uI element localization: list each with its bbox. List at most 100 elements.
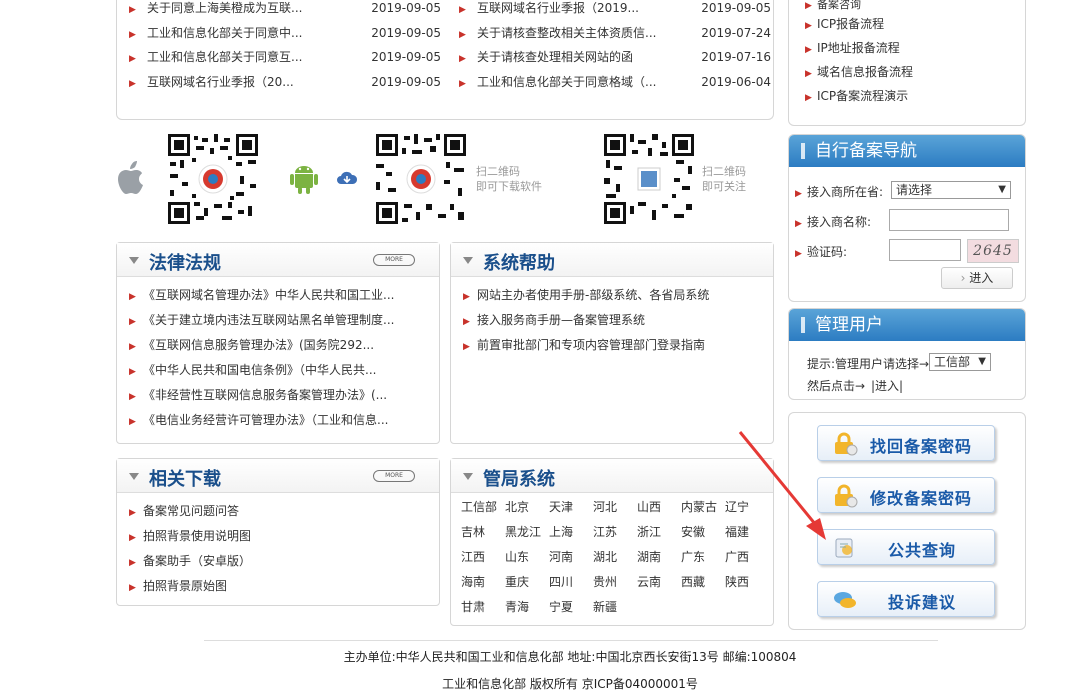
bureau-city-link[interactable]: 河南 [549,547,593,567]
captcha-image[interactable]: 2645 [967,239,1019,263]
side-link[interactable]: ▶ IP地址报备流程 [805,36,1025,60]
bureau-city-link[interactable]: 贵州 [593,572,637,592]
bureau-city-link[interactable]: 山东 [505,547,549,567]
news-title[interactable]: 互联网域名行业季报（2019... [477,1,639,15]
news-title[interactable]: 关于请核查处理相关网站的函 [477,50,633,64]
bureau-city-link[interactable]: 天津 [549,497,593,517]
bureau-city-link[interactable]: 福建 [725,522,769,542]
list-item-label[interactable]: 备案常见问题问答 [143,504,239,518]
list-item[interactable]: ▶ 拍照背景原始图 [129,574,439,599]
news-title[interactable]: 关于请核查整改相关主体资质信... [477,26,656,40]
news-item[interactable]: ▶ 工业和信息化部关于同意互... 2019-09-05 [129,45,449,70]
list-item-label[interactable]: 拍照背景原始图 [143,579,227,593]
side-link[interactable]: ▶ ICP备案流程演示 [805,84,1025,108]
more-button[interactable]: MORE [373,470,415,482]
news-item[interactable]: ▶ 关于请核查整改相关主体资质信... 2019-07-24 [459,21,779,46]
bureau-city-link[interactable]: 陕西 [725,572,769,592]
bureau-city-link[interactable]: 广东 [681,547,725,567]
list-item-label[interactable]: 网站主办者使用手册-部级系统、各省局系统 [477,288,709,302]
list-item[interactable]: ▶ 《互联网域名管理办法》中华人民共和国工业... [129,283,439,308]
side-link-label[interactable]: ICP报备流程 [817,17,884,31]
list-item[interactable]: ▶ 《电信业务经营许可管理办法》（工业和信息... [129,408,439,433]
news-item[interactable]: ▶ 工业和信息化部关于同意中... 2019-09-05 [129,21,449,46]
bureau-city-link[interactable]: 河北 [593,497,637,517]
news-item[interactable]: ▶ 互联网域名行业季报（20... 2019-09-05 [129,70,449,95]
bureau-city-link[interactable]: 海南 [461,572,505,592]
recover-password-button[interactable]: 找回备案密码 [817,425,995,461]
bureau-city-link[interactable]: 重庆 [505,572,549,592]
news-title[interactable]: 工业和信息化部关于同意中... [147,26,302,40]
list-item[interactable]: ▶ 拍照背景使用说明图 [129,524,439,549]
bureau-city-link[interactable]: 黑龙江 [505,522,549,542]
side-link-label[interactable]: 备案咨询 [817,0,861,11]
bureau-city-link[interactable]: 宁夏 [549,597,593,617]
complaint-button[interactable]: 投诉建议 [817,581,995,617]
list-item-label[interactable]: 《电信业务经营许可管理办法》（工业和信息... [143,413,388,427]
bureau-city-link[interactable]: 上海 [549,522,593,542]
bureau-city-link[interactable]: 江苏 [593,522,637,542]
list-item[interactable]: ▶ 备案助手（安卓版） [129,549,439,574]
bureau-city-link[interactable]: 湖北 [593,547,637,567]
bureau-city-link[interactable]: 湖南 [637,547,681,567]
bureau-city-link[interactable]: 工信部 [461,497,505,517]
bureau-city-link[interactable]: 青海 [505,597,549,617]
bureau-city-link[interactable]: 吉林 [461,522,505,542]
bureau-city-link[interactable]: 安徽 [681,522,725,542]
news-title[interactable]: 关于同意上海美橙成为互联... [147,1,302,15]
isp-province-select[interactable]: 请选择 ▼ [891,181,1011,199]
news-item[interactable]: ▶ 工业和信息化部关于同意格域（... 2019-06-04 [459,70,779,95]
news-title[interactable]: 工业和信息化部关于同意格域（... [477,75,656,89]
isp-name-input[interactable] [889,209,1009,231]
bureau-city-link[interactable]: 西藏 [681,572,725,592]
public-query-button[interactable]: 公共查询 [817,529,995,565]
list-item[interactable]: ▶ 《互联网信息服务管理办法》(国务院292... [129,333,439,358]
bureau-city-link[interactable]: 江西 [461,547,505,567]
apple-icon[interactable] [116,158,150,198]
list-item[interactable]: ▶ 《中华人民共和国电信条例》（中华人民共... [129,358,439,383]
list-item-label[interactable]: 《非经营性互联网信息服务备案管理办法》(... [143,388,387,402]
bureau-city-link[interactable]: 浙江 [637,522,681,542]
list-item[interactable]: ▶ 前置审批部门和专项内容管理部门登录指南 [463,333,773,358]
list-item-label[interactable]: 前置审批部门和专项内容管理部门登录指南 [477,338,705,352]
bureau-city-link[interactable]: 甘肃 [461,597,505,617]
news-title[interactable]: 工业和信息化部关于同意互... [147,50,302,64]
side-link-label[interactable]: 域名信息报备流程 [817,65,913,79]
captcha-input[interactable] [889,239,961,261]
side-link[interactable]: ▶ 备案咨询 [805,0,1025,12]
bureau-city-link[interactable]: 四川 [549,572,593,592]
admin-select[interactable]: 工信部 ▼ [929,353,991,371]
list-item-label[interactable]: 接入服务商手册—备案管理系统 [477,313,645,327]
list-item-label[interactable]: 《关于建立境内违法互联网站黑名单管理制度... [143,313,394,327]
change-password-button[interactable]: 修改备案密码 [817,477,995,513]
bureau-city-link[interactable]: 广西 [725,547,769,567]
bureau-city-link[interactable]: 山西 [637,497,681,517]
bureau-city-link[interactable]: 辽宁 [725,497,769,517]
bureau-city-link[interactable]: 内蒙古 [681,497,725,517]
news-title[interactable]: 互联网域名行业季报（20... [147,75,294,89]
bureau-city-link[interactable]: 北京 [505,497,549,517]
news-item[interactable]: ▶ 关于请核查处理相关网站的函 2019-07-16 [459,45,779,70]
admin-enter-link[interactable]: |进入| [871,377,903,394]
list-item[interactable]: ▶ 《关于建立境内违法互联网站黑名单管理制度... [129,308,439,333]
list-item[interactable]: ▶ 备案常见问题问答 [129,499,439,524]
list-item-label[interactable]: 备案助手（安卓版） [143,554,251,568]
cloud-download-icon[interactable] [336,170,358,186]
side-link[interactable]: ▶ ICP报备流程 [805,12,1025,36]
list-item[interactable]: ▶ 网站主办者使用手册-部级系统、各省局系统 [463,283,773,308]
side-link-label[interactable]: IP地址报备流程 [817,41,900,55]
list-item-label[interactable]: 《互联网域名管理办法》中华人民共和国工业... [143,288,394,302]
news-item[interactable]: ▶ 关于同意上海美橙成为互联... 2019-09-05 [129,0,449,21]
news-item[interactable]: ▶ 互联网域名行业季报（2019... 2019-09-05 [459,0,779,21]
side-link-label[interactable]: ICP备案流程演示 [817,89,908,103]
bureau-city-link[interactable]: 云南 [637,572,681,592]
bureau-city-link[interactable]: 新疆 [593,597,637,617]
android-icon[interactable] [286,160,322,196]
more-button[interactable]: MORE [373,254,415,266]
submit-button[interactable]: › 进入 [941,267,1013,289]
list-item-label[interactable]: 拍照背景使用说明图 [143,529,251,543]
list-item-label[interactable]: 《互联网信息服务管理办法》(国务院292... [143,338,374,352]
list-item-label[interactable]: 《中华人民共和国电信条例》（中华人民共... [143,363,376,377]
side-link[interactable]: ▶ 域名信息报备流程 [805,60,1025,84]
list-item[interactable]: ▶ 接入服务商手册—备案管理系统 [463,308,773,333]
list-item[interactable]: ▶ 《非经营性互联网信息服务备案管理办法》(... [129,383,439,408]
